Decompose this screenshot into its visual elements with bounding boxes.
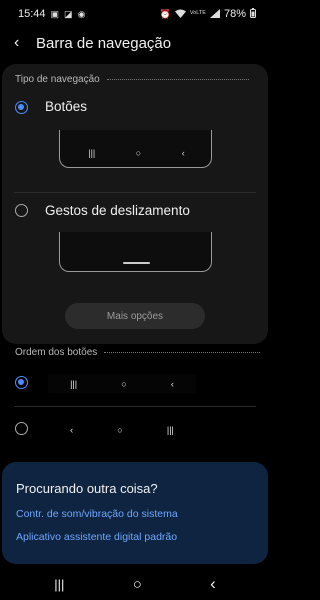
- home-icon: ○: [117, 424, 123, 435]
- page-header: ‹ Barra de navegação: [0, 28, 270, 58]
- home-icon: ○: [135, 148, 142, 158]
- battery-level: 78%: [223, 8, 246, 20]
- status-time: 15:44: [18, 8, 46, 20]
- gesture-handle: [123, 262, 150, 264]
- shazam-icon: ◉: [77, 8, 86, 19]
- home-icon: ○: [121, 378, 127, 389]
- recents-icon: |||: [166, 424, 174, 435]
- gallery-icon: ▣: [50, 8, 60, 19]
- alarm-icon: ⏰: [159, 8, 171, 19]
- system-nav-bar: ||| ○ ‹: [0, 568, 270, 600]
- battery-icon: [250, 8, 256, 20]
- section-divider: [104, 352, 261, 353]
- gestures-preview[interactable]: [59, 232, 212, 272]
- recents-icon[interactable]: |||: [54, 577, 64, 592]
- buttons-preview[interactable]: ||| ○ ‹: [59, 130, 212, 168]
- recents-icon: |||: [70, 378, 78, 389]
- preview-icons: ||| ○ ‹: [68, 146, 205, 160]
- more-options-button[interactable]: Mais opções: [65, 303, 205, 329]
- looking-for-card: Procurando outra coisa? Contr. de som/vi…: [2, 462, 268, 564]
- radio-order-2[interactable]: [15, 422, 28, 435]
- option-label-buttons[interactable]: Botões: [45, 99, 87, 114]
- back-icon: ‹: [70, 424, 74, 435]
- radio-order-1[interactable]: [15, 376, 28, 389]
- page-title: Barra de navegação: [36, 34, 172, 52]
- looking-title: Procurando outra coisa?: [16, 481, 158, 496]
- photo-icon: ◪: [64, 8, 73, 19]
- signal-icon: [209, 8, 220, 20]
- option-label-gestures[interactable]: Gestos de deslizamento: [45, 203, 190, 218]
- back-icon: ‹: [181, 148, 185, 158]
- home-icon[interactable]: ○: [133, 576, 142, 593]
- link-sound-vibration[interactable]: Contr. de som/vibração do sistema: [16, 508, 178, 520]
- option-divider: [14, 192, 256, 193]
- radio-gestures[interactable]: [15, 204, 28, 217]
- order-option-1[interactable]: ||| ○ ‹: [48, 374, 196, 393]
- order-option-2[interactable]: ‹ ○ |||: [48, 420, 196, 439]
- status-bar: 15:44 ▣ ◪ ◉ ⏰ VoLTE 78%: [0, 0, 270, 28]
- section-button-order: Ordem dos botões: [15, 347, 261, 358]
- back-arrow-icon[interactable]: ‹: [14, 34, 32, 52]
- back-icon: ‹: [170, 378, 174, 389]
- back-icon[interactable]: ‹: [210, 574, 216, 594]
- section-divider: [106, 79, 249, 80]
- link-digital-assistant[interactable]: Aplicativo assistente digital padrão: [16, 531, 177, 543]
- section-navigation-type: Tipo de navegação: [15, 74, 249, 85]
- volte-icon: VoLTE: [189, 10, 206, 17]
- recents-icon: |||: [88, 148, 96, 158]
- radio-buttons[interactable]: [15, 101, 28, 114]
- option-divider: [14, 406, 256, 407]
- wifi-icon: [174, 9, 186, 20]
